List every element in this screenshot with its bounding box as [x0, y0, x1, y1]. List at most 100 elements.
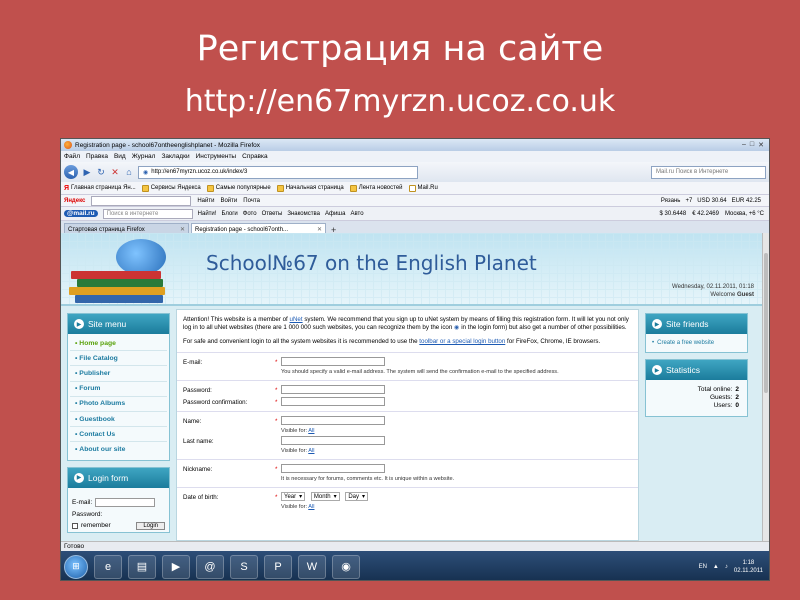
yandex-find-button[interactable]: Найти: [197, 198, 214, 204]
dob-day-select[interactable]: Day ▾: [345, 492, 368, 501]
password-confirm-row: Password confirmation: *: [183, 397, 632, 407]
maximize-icon[interactable]: □: [750, 141, 754, 149]
home-icon[interactable]: ⌂: [124, 167, 134, 177]
menu-file[interactable]: Файл: [64, 153, 80, 160]
mailru-blogs-link[interactable]: Блоги: [221, 211, 237, 217]
bookmark-item[interactable]: Самые популярные: [206, 184, 271, 192]
language-indicator[interactable]: EN: [699, 564, 707, 570]
close-icon[interactable]: ✕: [180, 226, 185, 233]
menu-guestbook[interactable]: • Guestbook: [70, 412, 167, 428]
word-icon[interactable]: W: [298, 554, 326, 579]
create-website-link[interactable]: Create a free website: [657, 340, 714, 346]
menu-edit[interactable]: Правка: [86, 153, 108, 160]
stats-guests: 2: [735, 394, 739, 401]
menu-bar: Файл Правка Вид Журнал Закладки Инструме…: [61, 151, 769, 162]
back-icon[interactable]: ◀: [64, 165, 78, 179]
forward-icon[interactable]: ▶: [82, 167, 92, 178]
nickname-field[interactable]: [281, 464, 385, 473]
weather-city[interactable]: Рязань: [661, 198, 681, 204]
nickname-label: Nickname:: [183, 466, 213, 473]
menu-help[interactable]: Справка: [242, 153, 268, 160]
site-friends-title: Site friends: [666, 319, 709, 329]
safe-login-text: For safe and convenient login to all the…: [183, 338, 601, 345]
yandex-search-input[interactable]: [91, 195, 192, 206]
stats-total: 2: [735, 386, 739, 393]
powerpoint-icon[interactable]: P: [264, 554, 292, 579]
rss-icon: [349, 184, 357, 192]
unet-link[interactable]: uNet: [290, 316, 303, 323]
menu-file-catalog[interactable]: • File Catalog: [70, 351, 167, 367]
mailru-find-button[interactable]: Найти!: [198, 211, 217, 217]
lastname-field[interactable]: [281, 436, 385, 445]
menu-publisher[interactable]: • Publisher: [70, 366, 167, 382]
mailru-answers-link[interactable]: Ответы: [262, 211, 283, 217]
explorer-folder-icon[interactable]: ▤: [128, 554, 156, 579]
name-field[interactable]: [281, 416, 385, 425]
vertical-scrollbar[interactable]: [762, 233, 769, 541]
dob-year-select[interactable]: Year ▾: [281, 492, 306, 501]
visible-for-link[interactable]: All: [308, 504, 314, 510]
password-label: Password:: [183, 387, 212, 394]
status-bar: Готово: [61, 541, 769, 551]
mailru-auto-link[interactable]: Авто: [350, 211, 363, 217]
mailru-logo[interactable]: @mail.ru: [64, 210, 98, 217]
status-text: Готово: [64, 543, 85, 550]
usd-rate: USD 30.64: [697, 197, 727, 204]
network-icon[interactable]: ▲: [713, 564, 719, 570]
mailru-usd-rate: $ 30.6448: [659, 210, 687, 217]
yandex-toolbar: Яндекс Найти Войти Почта Рязань +7 USD 3…: [61, 195, 769, 207]
dob-month-select[interactable]: Month ▾: [310, 492, 340, 501]
toolbar-link[interactable]: toolbar or a special login button: [419, 338, 505, 345]
chevron-down-icon: ▾: [333, 493, 337, 500]
reload-icon[interactable]: ↻: [96, 167, 106, 178]
login-email-input[interactable]: [95, 497, 156, 507]
bookmark-item[interactable]: Лента новостей: [349, 184, 403, 192]
volume-icon[interactable]: ♪: [725, 564, 728, 570]
search-input[interactable]: Mail.ru Поиск в Интернете: [651, 165, 766, 179]
stop-icon[interactable]: ✕: [110, 167, 120, 178]
bookmark-item[interactable]: Начальная страница: [276, 184, 344, 192]
start-button[interactable]: ⊞: [64, 554, 88, 579]
remember-checkbox[interactable]: [72, 522, 78, 529]
mailru-afisha-link[interactable]: Афиша: [325, 211, 346, 217]
mailru-search-input[interactable]: Поиск в интернете: [102, 208, 193, 219]
menu-bookmarks[interactable]: Закладки: [161, 153, 189, 160]
address-bar[interactable]: ◉ http://en67myrzn.ucoz.co.uk/index/3: [138, 165, 418, 179]
close-icon[interactable]: ✕: [758, 141, 764, 149]
menu-home-page[interactable]: • Home page: [70, 336, 167, 352]
scrollbar-thumb[interactable]: [764, 253, 768, 393]
menu-about-site[interactable]: • About our site: [70, 442, 167, 457]
mailru-dating-link[interactable]: Знакомства: [287, 211, 320, 217]
bookmark-item[interactable]: Сервисы Яндекса: [141, 184, 201, 192]
mail-agent-icon[interactable]: @: [196, 554, 224, 579]
bookmark-item[interactable]: Я Главная страница Ян...: [64, 185, 136, 192]
visible-for-link[interactable]: All: [308, 448, 314, 454]
minimize-icon[interactable]: –: [742, 141, 746, 149]
email-hint: You should specify a valid e-mail addres…: [281, 369, 559, 375]
email-label: E-mail:: [183, 359, 203, 366]
media-player-icon[interactable]: ▶: [162, 554, 190, 579]
bookmark-item[interactable]: Mail.Ru: [408, 184, 438, 192]
ie-icon[interactable]: e: [94, 554, 122, 579]
password-field[interactable]: [281, 385, 385, 394]
arrow-right-icon: ▶: [652, 319, 662, 329]
menu-view[interactable]: Вид: [114, 153, 126, 160]
email-field[interactable]: [281, 357, 385, 366]
menu-photo-albums[interactable]: • Photo Albums: [70, 397, 167, 412]
menu-tools[interactable]: Инструменты: [196, 153, 237, 160]
mailru-photo-link[interactable]: Фото: [243, 211, 257, 217]
login-button[interactable]: Login: [136, 521, 165, 530]
menu-contact-us[interactable]: • Contact Us: [70, 427, 167, 443]
clock[interactable]: 1:18 02.11.2011: [734, 559, 763, 575]
lastname-label: Last name:: [183, 438, 214, 445]
close-icon[interactable]: ✕: [317, 226, 322, 233]
menu-forum[interactable]: • Forum: [70, 382, 167, 397]
yandex-mail-link[interactable]: Почта: [243, 198, 260, 204]
visible-for-link[interactable]: All: [308, 428, 314, 434]
firefox-taskbar-icon[interactable]: ◉: [332, 554, 360, 579]
yandex-login-link[interactable]: Войти: [220, 198, 237, 204]
skype-icon[interactable]: S: [230, 554, 258, 579]
password-confirm-field[interactable]: [281, 397, 385, 406]
mailru-toolbar: @mail.ru Поиск в интернете Найти! Блоги …: [61, 207, 769, 221]
menu-history[interactable]: Журнал: [132, 153, 156, 160]
